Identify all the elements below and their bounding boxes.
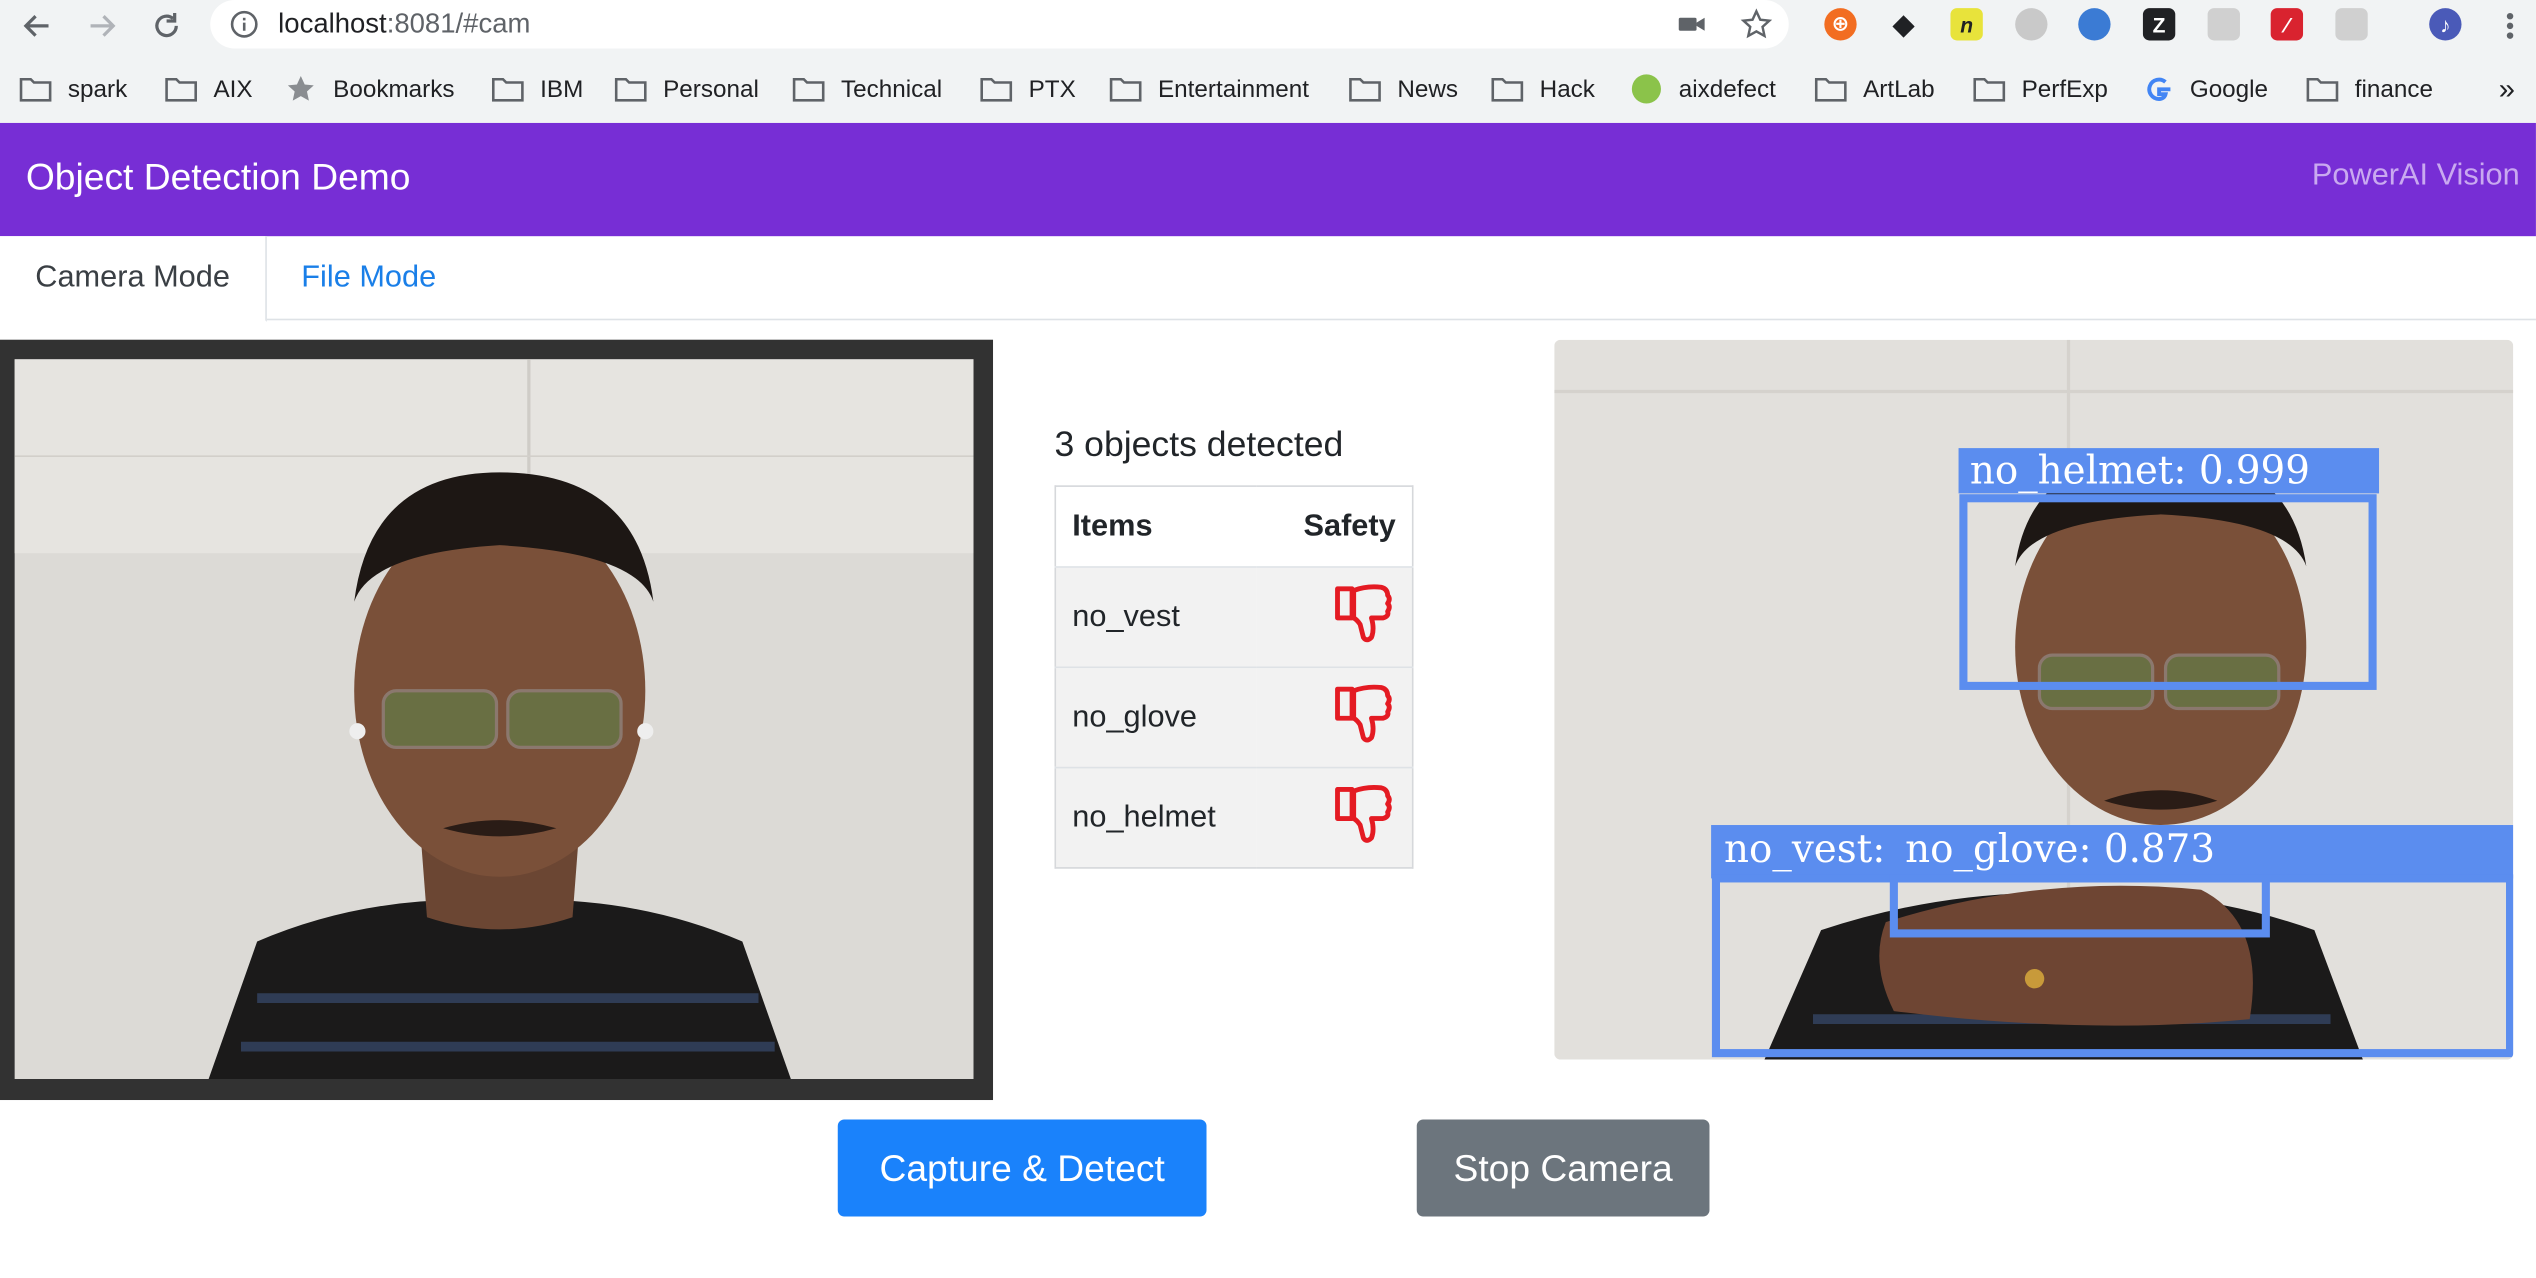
bookmarks-bar: spark AIX Bookmarks IBM Personal Technic… — [0, 61, 2536, 116]
info-icon[interactable] — [230, 10, 259, 39]
aixdefect-icon — [1631, 74, 1661, 104]
bookmark-folder[interactable]: PTX — [980, 61, 1076, 116]
table-header-row: Items Safety — [1055, 486, 1412, 567]
stop-camera-button[interactable]: Stop Camera — [1416, 1119, 1710, 1217]
address-bar[interactable]: localhost:8081/#cam — [210, 0, 1789, 49]
thumbs-down-icon — [1335, 583, 1392, 642]
thumbs-down-icon — [1335, 784, 1392, 842]
extension-icon[interactable]: n — [1950, 8, 1983, 41]
tab-camera-mode[interactable]: Camera Mode — [0, 236, 267, 322]
bookmark-folder[interactable]: Hack — [1491, 61, 1595, 116]
extension-icon[interactable] — [2078, 8, 2111, 41]
extension-icon[interactable]: Z — [2142, 8, 2176, 41]
item-name: no_helmet — [1055, 766, 1256, 868]
safety-cell — [1255, 766, 1413, 868]
folder-icon — [165, 77, 197, 102]
bookmark-item[interactable]: aixdefect — [1630, 61, 1776, 116]
extension-icon[interactable]: ◆ — [1887, 7, 1919, 40]
mode-tabs: Camera Mode File Mode — [0, 236, 2536, 322]
profile-avatar[interactable]: ♪ — [2429, 8, 2462, 41]
extension-icon[interactable] — [2015, 8, 2048, 41]
folder-icon — [792, 77, 825, 102]
results-table: Items Safety no_vest no_glove no_helmet — [1054, 485, 1414, 869]
star-icon[interactable] — [1740, 8, 1773, 40]
bookmark-folder[interactable]: spark — [19, 61, 127, 116]
detection-image: no_helmet: 0.999 no_vest: no_glove: 0.87… — [1554, 339, 2514, 1060]
item-name: no_vest — [1055, 566, 1256, 668]
app-title[interactable]: Object Detection Demo — [26, 155, 411, 199]
folder-icon — [1109, 77, 1142, 102]
folder-icon — [1491, 77, 1524, 102]
bookmark-folder[interactable]: PerfExp — [1973, 61, 2108, 116]
extension-icon[interactable] — [2207, 8, 2240, 41]
table-row: no_glove — [1055, 666, 1413, 768]
bookmark-folder[interactable]: finance — [2306, 61, 2433, 116]
bookmark-item[interactable]: Bookmarks — [285, 61, 455, 116]
google-icon — [2147, 77, 2171, 101]
item-name: no_glove — [1055, 666, 1256, 768]
browser-toolbar: localhost:8081/#cam ⊕ ◆ n Z ⁄ ♪ — [0, 0, 2536, 58]
camera-icon[interactable] — [1676, 8, 1708, 40]
extension-icon[interactable]: ⊕ — [1824, 8, 1857, 41]
table-row: no_vest — [1055, 566, 1413, 668]
extension-icon[interactable]: ⁄ — [2270, 8, 2304, 41]
capture-detect-button[interactable]: Capture & Detect — [837, 1119, 1207, 1217]
bookmark-folder[interactable]: Entertainment — [1109, 61, 1309, 116]
navbar-brand-right[interactable]: PowerAI Vision — [2312, 159, 2520, 195]
folder-icon — [614, 77, 647, 102]
app-navbar: Object Detection Demo PowerAI Vision — [0, 122, 2536, 237]
bookmark-folder[interactable]: Personal — [614, 61, 759, 116]
bookmark-folder[interactable]: ArtLab — [1814, 61, 1935, 116]
safety-cell — [1255, 666, 1413, 768]
detection-count: 3 objects detected — [1054, 423, 1344, 465]
forward-icon[interactable] — [82, 6, 121, 45]
back-icon[interactable] — [18, 6, 57, 45]
thumbs-down-icon — [1335, 683, 1392, 742]
column-header-items: Items — [1072, 508, 1153, 543]
camera-video — [14, 359, 974, 1080]
safety-cell — [1255, 566, 1413, 668]
folder-icon — [1814, 77, 1847, 102]
bookmark-folder[interactable]: AIX — [165, 61, 253, 116]
extension-icon[interactable] — [2335, 8, 2368, 41]
detection-label-glove: no_glove: 0.873 — [1905, 826, 2216, 872]
browser-chrome: localhost:8081/#cam ⊕ ◆ n Z ⁄ ♪ spark AI… — [0, 0, 2536, 123]
folder-icon — [491, 77, 524, 102]
bookmarks-overflow[interactable]: » — [2499, 61, 2515, 116]
folder-icon — [1973, 77, 2006, 102]
bookmark-folder[interactable]: IBM — [491, 61, 583, 116]
folder-icon — [19, 77, 52, 102]
url-text[interactable]: localhost:8081/#cam — [278, 8, 530, 40]
folder-icon — [2306, 77, 2339, 102]
detection-label-helmet: no_helmet: 0.999 — [1969, 448, 2310, 494]
table-row: no_helmet — [1055, 766, 1413, 868]
bookmark-folder[interactable]: Technical — [792, 61, 942, 116]
bookmark-folder[interactable]: News — [1349, 61, 1458, 116]
folder-icon — [1349, 77, 1381, 102]
detection-label-vest: no_vest: — [1724, 826, 1886, 872]
star-icon — [287, 76, 314, 101]
folder-icon — [980, 77, 1013, 102]
column-header-safety: Safety — [1303, 508, 1396, 543]
bookmark-item[interactable]: Google — [2145, 61, 2268, 116]
tab-file-mode[interactable]: File Mode — [267, 236, 471, 320]
menu-icon[interactable] — [2491, 6, 2530, 45]
reload-icon[interactable] — [147, 6, 186, 45]
